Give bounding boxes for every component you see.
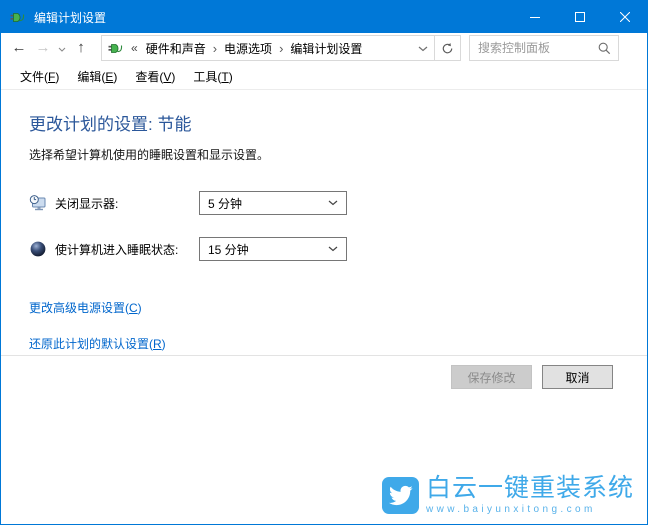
page-title: 更改计划的设置: 节能 bbox=[29, 115, 192, 134]
selected-value: 5 分钟 bbox=[208, 196, 243, 211]
chevron-down-icon bbox=[328, 200, 338, 206]
breadcrumb-hardware-sound[interactable]: 硬件和声音 bbox=[141, 40, 211, 57]
breadcrumb-separator: › bbox=[212, 40, 218, 56]
window-title: 编辑计划设置 bbox=[34, 10, 107, 25]
breadcrumb-power-options[interactable]: 电源选项 bbox=[219, 40, 277, 57]
main-content: 更改计划的设置: 节能 选择希望计算机使用的睡眠设置和显示设置。 关闭显示器: … bbox=[1, 110, 647, 352]
recent-pages-dropdown[interactable] bbox=[55, 33, 69, 63]
save-changes-button[interactable]: 保存修改 bbox=[451, 365, 532, 389]
watermark-url: www.baiyunxitong.com bbox=[425, 504, 596, 515]
back-button[interactable]: ← bbox=[7, 33, 31, 63]
watermark-text: 白云一键重装系统 www.baiyunxitong.com bbox=[425, 474, 634, 516]
minimize-button[interactable] bbox=[512, 1, 557, 33]
setting-row-turn-off-display: 关闭显示器: 5 分钟 bbox=[29, 191, 647, 215]
breadcrumb-edit-plan-settings[interactable]: 编辑计划设置 bbox=[285, 40, 367, 57]
restore-default-settings-link[interactable]: 还原此计划的默认设置(R) bbox=[29, 335, 166, 352]
selected-value: 15 分钟 bbox=[208, 242, 249, 257]
chevron-down-icon bbox=[328, 246, 338, 252]
chevron-down-icon bbox=[418, 46, 428, 52]
bird-icon bbox=[388, 485, 413, 506]
display-timeout-select[interactable]: 5 分钟 bbox=[199, 191, 347, 215]
navigation-toolbar: ← → ↑ « 硬件和声音 › 电源选项 › 编辑计划设置 bbox=[1, 33, 647, 63]
change-advanced-power-settings-link[interactable]: 更改高级电源设置(C) bbox=[29, 299, 142, 316]
setting-row-sleep: 使计算机进入睡眠状态: 15 分钟 bbox=[29, 237, 647, 261]
title-bar: 编辑计划设置 bbox=[1, 1, 647, 33]
close-button[interactable] bbox=[602, 1, 647, 33]
address-history-dropdown[interactable] bbox=[412, 41, 434, 55]
menu-bar: 文件(F) 编辑(E) 查看(V) 工具(T) bbox=[1, 63, 647, 90]
menu-view[interactable]: 查看(V) bbox=[126, 64, 184, 89]
sleep-orb-icon bbox=[30, 241, 46, 257]
sleep-timeout-select[interactable]: 15 分钟 bbox=[199, 237, 347, 261]
search-input[interactable] bbox=[470, 41, 598, 55]
maximize-button[interactable] bbox=[557, 1, 602, 33]
address-bar[interactable]: « 硬件和声音 › 电源选项 › 编辑计划设置 bbox=[101, 35, 461, 61]
refresh-button[interactable] bbox=[434, 36, 460, 60]
display-off-timer-icon bbox=[29, 195, 46, 211]
page-subtitle: 选择希望计算机使用的睡眠设置和显示设置。 bbox=[29, 148, 270, 162]
power-plug-icon bbox=[10, 13, 25, 22]
menu-edit[interactable]: 编辑(E) bbox=[68, 64, 126, 89]
watermark-title: 白云一键重装系统 bbox=[425, 474, 634, 502]
close-icon bbox=[619, 12, 630, 22]
edit-plan-settings-window: 编辑计划设置 ← → ↑ « 硬件和声音 › 电源选项 › 编辑计划设置 搜索控… bbox=[0, 0, 648, 525]
refresh-icon bbox=[442, 42, 453, 53]
search-icon[interactable] bbox=[598, 42, 611, 55]
up-button[interactable]: ↑ bbox=[69, 33, 93, 63]
menu-tools[interactable]: 工具(T) bbox=[184, 64, 241, 89]
setting-label: 关闭显示器: bbox=[55, 196, 119, 211]
power-plug-icon bbox=[108, 44, 123, 53]
menu-file[interactable]: 文件(F) bbox=[11, 64, 68, 89]
chevron-down-icon bbox=[58, 47, 66, 52]
maximize-icon bbox=[574, 12, 585, 22]
minimize-icon bbox=[529, 17, 540, 18]
bird-logo bbox=[381, 477, 419, 514]
cancel-button[interactable]: 取消 bbox=[542, 365, 613, 389]
breadcrumb-collapse[interactable]: « bbox=[128, 41, 141, 55]
forward-button[interactable]: → bbox=[31, 33, 55, 63]
breadcrumb-separator: › bbox=[279, 40, 284, 56]
search-box bbox=[469, 35, 619, 61]
setting-label: 使计算机进入睡眠状态: bbox=[55, 242, 179, 257]
bottom-separator bbox=[1, 355, 647, 356]
baiyun-watermark: 白云一键重装系统 www.baiyunxitong.com bbox=[381, 474, 634, 516]
